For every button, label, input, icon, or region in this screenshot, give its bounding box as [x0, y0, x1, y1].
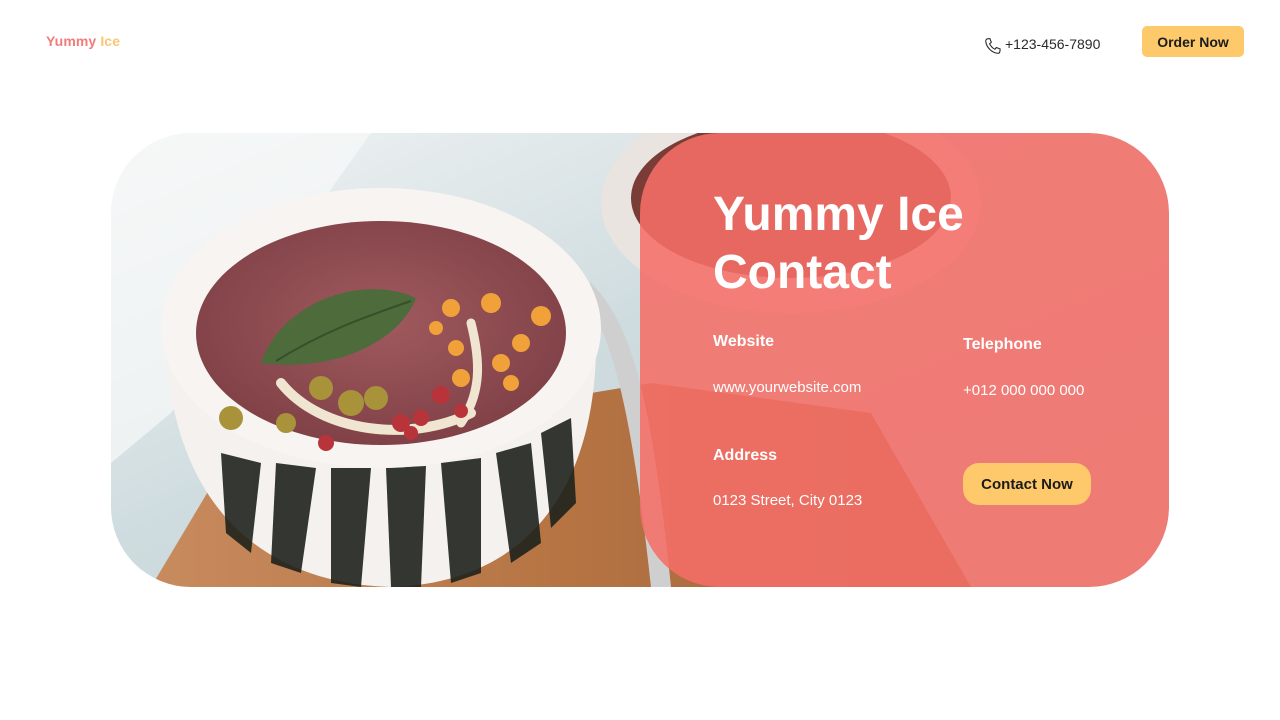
header-phone[interactable]: +123-456-7890 [983, 32, 1100, 56]
title-line-1: Yummy Ice [713, 188, 964, 241]
telephone-label: Telephone [963, 336, 1042, 353]
title-line-2: Contact [713, 246, 892, 299]
logo[interactable]: Yummy Ice [46, 33, 120, 49]
phone-icon [985, 37, 1001, 54]
website-value[interactable]: www.yourwebsite.com [713, 379, 861, 396]
website-label: Website [713, 333, 775, 350]
contact-now-button[interactable]: Contact Now [963, 463, 1091, 505]
telephone-value[interactable]: +012 000 000 000 [963, 382, 1084, 399]
contact-title: Yummy Ice Contact [713, 186, 1033, 302]
address-label: Address [713, 447, 778, 464]
logo-word-yummy: Yummy [46, 33, 97, 49]
address-value: 0123 Street, City 0123 [713, 492, 863, 509]
phone-number: +123-456-7890 [1005, 36, 1101, 52]
slide: Yummy Ice +123-456-7890 Order Now Yummy … [0, 0, 1280, 720]
logo-word-ice: Ice [100, 33, 121, 49]
order-now-button[interactable]: Order Now [1142, 26, 1244, 57]
